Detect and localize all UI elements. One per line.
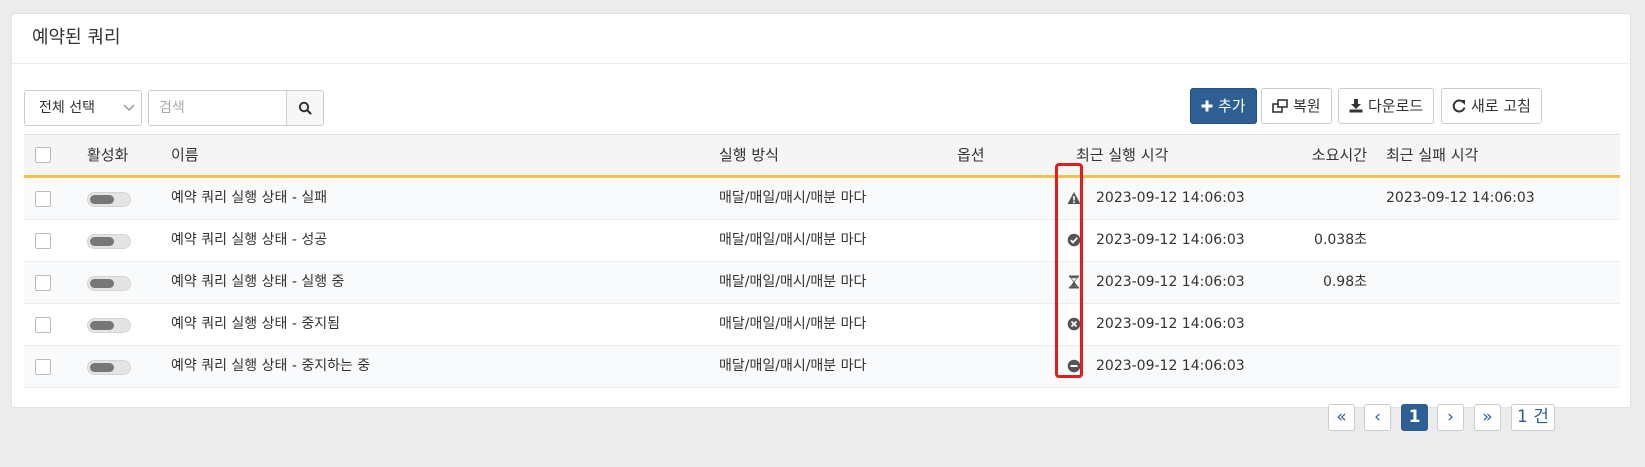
header-duration[interactable]: 소요시간: [1283, 135, 1367, 175]
search-input[interactable]: [148, 90, 286, 126]
download-label: 다운로드: [1368, 97, 1424, 115]
page-1-button[interactable]: 1: [1401, 404, 1428, 431]
add-label: 추가: [1218, 97, 1246, 115]
panel-title: 예약된 쿼리: [12, 14, 1630, 64]
table-row[interactable]: 예약 쿼리 실행 상태 - 실행 중 매달/매일/매시/매분 마다 2023-0…: [24, 262, 1620, 304]
duration: 0.98초: [1322, 274, 1367, 290]
status-icon-highlight-box: [1055, 163, 1083, 378]
table-row[interactable]: 예약 쿼리 실행 상태 - 중지하는 중 매달/매일/매시/매분 마다 2023…: [24, 346, 1620, 388]
next-page-button[interactable]: ›: [1437, 404, 1464, 431]
query-name[interactable]: 예약 쿼리 실행 상태 - 중지됨: [171, 304, 340, 345]
last-page-button[interactable]: »: [1474, 404, 1501, 431]
header-last-fail[interactable]: 최근 실패 시각: [1386, 135, 1478, 175]
run-method: 매달/매일/매시/매분 마다: [719, 316, 867, 332]
chevron-down-icon: [123, 91, 135, 138]
last-run-time: 2023-09-12 14:06:03: [1096, 232, 1245, 248]
query-name[interactable]: 예약 쿼리 실행 상태 - 실행 중: [171, 262, 344, 303]
run-method: 매달/매일/매시/매분 마다: [719, 358, 867, 374]
active-toggle[interactable]: [87, 318, 131, 333]
refresh-button[interactable]: 새로 고침: [1441, 88, 1542, 124]
header-active[interactable]: 활성화: [87, 135, 128, 175]
row-checkbox[interactable]: [35, 317, 51, 333]
select-all-dropdown[interactable]: 전체 선택: [24, 90, 142, 126]
header-name[interactable]: 이름: [171, 135, 199, 175]
refresh-label: 새로 고침: [1471, 97, 1531, 115]
search-icon: [298, 101, 312, 115]
select-all-label: 전체 선택: [39, 100, 95, 116]
active-toggle[interactable]: [87, 360, 131, 375]
table-header: 활성화 이름 실행 방식 옵션 최근 실행 시각 소요시간 최근 실패 시각: [24, 134, 1620, 178]
active-toggle[interactable]: [87, 192, 131, 207]
row-checkbox[interactable]: [35, 191, 51, 207]
last-fail-time: 2023-09-12 14:06:03: [1386, 190, 1535, 206]
duration: 0.038초: [1314, 232, 1367, 248]
query-name[interactable]: 예약 쿼리 실행 상태 - 성공: [171, 220, 327, 261]
row-checkbox[interactable]: [35, 275, 51, 291]
queries-table: 활성화 이름 실행 방식 옵션 최근 실행 시각 소요시간 최근 실패 시각 예…: [24, 134, 1620, 388]
download-button[interactable]: 다운로드: [1338, 88, 1435, 124]
last-run-time: 2023-09-12 14:06:03: [1096, 316, 1245, 332]
search-button[interactable]: [286, 90, 324, 126]
total-count: 1 건: [1511, 404, 1555, 431]
table-row[interactable]: 예약 쿼리 실행 상태 - 실패 매달/매일/매시/매분 마다 2023-09-…: [24, 178, 1620, 220]
row-checkbox[interactable]: [35, 359, 51, 375]
download-icon: [1349, 99, 1363, 113]
restore-label: 복원: [1293, 97, 1321, 115]
header-method[interactable]: 실행 방식: [719, 135, 779, 175]
scheduled-queries-panel: 예약된 쿼리 전체 선택 추가 복원: [11, 13, 1631, 408]
run-method: 매달/매일/매시/매분 마다: [719, 190, 867, 206]
header-last-run[interactable]: 최근 실행 시각: [1076, 135, 1168, 175]
run-method: 매달/매일/매시/매분 마다: [719, 274, 867, 290]
add-button[interactable]: 추가: [1190, 88, 1257, 124]
toolbar: 전체 선택 추가 복원: [24, 76, 1618, 128]
row-checkbox[interactable]: [35, 233, 51, 249]
last-run-time: 2023-09-12 14:06:03: [1096, 358, 1245, 374]
query-name[interactable]: 예약 쿼리 실행 상태 - 실패: [171, 178, 327, 219]
plus-icon: [1201, 100, 1213, 112]
header-options[interactable]: 옵션: [957, 135, 985, 175]
last-run-time: 2023-09-12 14:06:03: [1096, 190, 1245, 206]
restore-icon: [1272, 99, 1288, 113]
run-method: 매달/매일/매시/매분 마다: [719, 232, 867, 248]
active-toggle[interactable]: [87, 276, 131, 291]
prev-page-button[interactable]: ‹: [1364, 404, 1391, 431]
first-page-button[interactable]: «: [1328, 404, 1355, 431]
table-row[interactable]: 예약 쿼리 실행 상태 - 성공 매달/매일/매시/매분 마다 2023-09-…: [24, 220, 1620, 262]
refresh-icon: [1452, 99, 1466, 113]
restore-button[interactable]: 복원: [1261, 88, 1332, 124]
select-all-checkbox[interactable]: [35, 147, 51, 163]
last-run-time: 2023-09-12 14:06:03: [1096, 274, 1245, 290]
active-toggle[interactable]: [87, 234, 131, 249]
table-row[interactable]: 예약 쿼리 실행 상태 - 중지됨 매달/매일/매시/매분 마다 2023-09…: [24, 304, 1620, 346]
query-name[interactable]: 예약 쿼리 실행 상태 - 중지하는 중: [171, 346, 370, 387]
